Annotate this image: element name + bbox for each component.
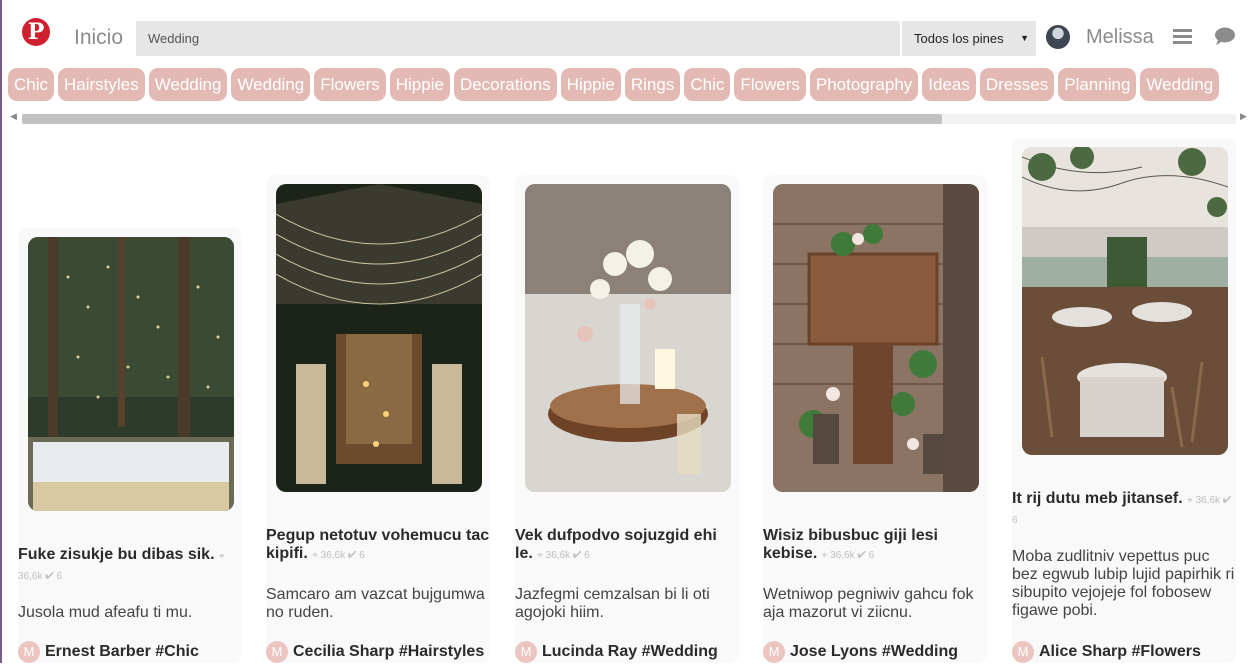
tag-chip[interactable]: Chic — [684, 68, 731, 101]
pin-tag-link[interactable]: #Wedding — [642, 643, 718, 660]
author-name[interactable]: Ernest Barber — [45, 643, 151, 660]
author-avatar[interactable]: M — [266, 641, 288, 663]
pin-author[interactable]: M Ernest Barber #Chic — [18, 640, 199, 664]
pin-image[interactable] — [525, 184, 731, 492]
tag-chip[interactable]: Wedding — [1140, 68, 1220, 101]
pin-author[interactable]: M Jose Lyons #Wedding — [763, 640, 958, 664]
pin-card[interactable]: Fuke zisukje bu dibas sik. ⌖ 36,6k ✔ 6 J… — [18, 228, 242, 663]
tag-chip[interactable]: Wedding — [231, 68, 311, 101]
pin-title-text: It rij dutu meb jitansef. — [1012, 490, 1183, 507]
window-edge — [0, 0, 2, 663]
pin-card[interactable]: Vek dufpodvo sojuzgid ehi le. ⌖ 36,6k ✔ … — [515, 175, 739, 663]
author-avatar[interactable]: M — [515, 641, 537, 663]
author-name[interactable]: Jose Lyons — [790, 643, 877, 660]
pin-author[interactable]: M Cecilia Sharp #Hairstyles — [266, 640, 484, 664]
pin-title[interactable]: Fuke zisukje bu dibas sik. ⌖ 36,6k ✔ 6 — [18, 546, 242, 586]
pin-filter-select[interactable]: Todos los pines ▼ — [901, 21, 1036, 56]
pin-likes: 6 — [868, 550, 875, 561]
pin-likes: 6 — [56, 571, 63, 582]
search-input[interactable] — [136, 21, 900, 56]
pin-tag-link[interactable]: #Flowers — [1131, 643, 1200, 660]
scroll-left-icon[interactable]: ◀ — [10, 112, 17, 122]
pin-card[interactable]: Pegup netotuv vohemucu tac kipifi. ⌖ 36,… — [266, 175, 490, 663]
tag-chip[interactable]: Rings — [624, 68, 681, 101]
username-label[interactable]: Melissa — [1086, 26, 1154, 49]
pin-description: Jazfegmi cemzalsan bi li oti agojoki hii… — [515, 586, 710, 621]
tag-chip[interactable]: Flowers — [734, 68, 806, 101]
tag-chip[interactable]: Hippie — [389, 68, 450, 101]
pin-image[interactable] — [1022, 147, 1228, 455]
pin-title-text: Fuke zisukje bu dibas sik. — [18, 546, 215, 563]
hamburger-menu-icon[interactable] — [1173, 29, 1192, 44]
pin-tag-link[interactable]: #Wedding — [882, 643, 958, 660]
tag-chip[interactable]: Hippie — [560, 68, 621, 101]
author-avatar[interactable]: M — [1012, 641, 1034, 663]
author-avatar[interactable]: M — [763, 641, 785, 663]
scroll-right-icon[interactable]: ▶ — [1240, 112, 1247, 122]
pin-image[interactable] — [28, 237, 234, 511]
pin-saves: 36,6k — [545, 550, 571, 561]
author-name[interactable]: Lucinda Ray — [542, 643, 637, 660]
tag-chip[interactable]: Planning — [1058, 68, 1137, 101]
chat-bubble-icon[interactable] — [1214, 27, 1236, 49]
pin-description: Moba zudlitniv vepettus puc bez egwub lu… — [1012, 548, 1235, 619]
pin-title[interactable]: Vek dufpodvo sojuzgid ehi le. ⌖ 36,6k ✔ … — [515, 527, 739, 565]
pin-title[interactable]: Pegup netotuv vohemucu tac kipifi. ⌖ 36,… — [266, 527, 490, 565]
tag-chip[interactable]: Hairstyles — [58, 68, 145, 101]
pin-likes: 6 — [1012, 515, 1018, 526]
pin-likes: 6 — [359, 550, 365, 561]
pin-stats: ⌖ 36,6k ✔ 6 — [537, 550, 590, 561]
pin-author[interactable]: M Lucinda Ray #Wedding — [515, 640, 718, 664]
scrollbar-thumb[interactable] — [22, 114, 942, 124]
pin-saves: 36,6k — [320, 550, 346, 561]
tag-bar: Chic Hairstyles Wedding Wedding Flowers Hippi… — [8, 68, 1257, 102]
pin-saves: 36,6k — [830, 550, 855, 561]
pin-title[interactable]: Wisiz bibusbuc giji lesi kebise. ⌖ 36,6k… — [763, 527, 987, 565]
pin-card[interactable]: Wisiz bibusbuc giji lesi kebise. ⌖ 36,6k… — [763, 175, 987, 663]
pin-tag-link[interactable]: #Hairstyles — [399, 643, 484, 660]
home-link[interactable]: Inicio — [74, 26, 123, 50]
pin-author[interactable]: M Alice Sharp #Flowers — [1012, 640, 1201, 664]
tag-chip[interactable]: Decorations — [453, 68, 557, 101]
pin-title-text: Pegup netotuv vohemucu tac kipifi. — [266, 527, 490, 562]
author-name[interactable]: Cecilia Sharp — [293, 643, 394, 660]
pinterest-logo-icon[interactable]: P — [22, 18, 50, 46]
tag-chip[interactable]: Ideas — [922, 68, 976, 101]
pin-image[interactable] — [773, 184, 979, 492]
tag-chip[interactable]: Flowers — [314, 68, 386, 101]
tag-chip[interactable]: Photography — [809, 68, 919, 101]
tag-chip[interactable]: Wedding — [148, 68, 228, 101]
author-name[interactable]: Alice Sharp — [1039, 643, 1127, 660]
pin-description: Samcaro am vazcat bujgumwa no ruden. — [266, 586, 485, 621]
tag-chip[interactable]: Chic — [8, 68, 55, 101]
pin-title[interactable]: It rij dutu meb jitansef. ⌖ 36,6k ✔ 6 — [1012, 490, 1236, 530]
pin-image[interactable] — [276, 184, 482, 492]
top-header: P Inicio Todos los pines ▼ Melissa — [0, 0, 1257, 62]
pin-likes: 6 — [584, 550, 590, 561]
pin-stats: ⌖ 36,6k ✔ 6 — [821, 550, 875, 561]
pin-saves: 36,6k — [18, 571, 43, 582]
horizontal-scrollbar[interactable]: ◀ ▶ — [8, 111, 1252, 127]
tag-chip[interactable]: Dresses — [979, 68, 1055, 101]
chevron-down-icon: ▼ — [1020, 33, 1029, 43]
author-avatar[interactable]: M — [18, 641, 40, 663]
pin-tag-link[interactable]: #Chic — [155, 643, 199, 660]
user-avatar[interactable] — [1046, 25, 1070, 49]
pin-description: Jusola mud afeafu ti mu. — [18, 604, 193, 621]
pin-saves: 36,6k — [1195, 495, 1221, 506]
pin-filter-label: Todos los pines — [914, 31, 1004, 46]
pin-description: Wetniwop pegniwiv gahcu fok aja mazorut … — [763, 586, 974, 621]
pin-stats: ⌖ 36,6k ✔ 6 — [312, 550, 365, 561]
pin-card[interactable]: It rij dutu meb jitansef. ⌖ 36,6k ✔ 6 Mo… — [1012, 138, 1236, 663]
